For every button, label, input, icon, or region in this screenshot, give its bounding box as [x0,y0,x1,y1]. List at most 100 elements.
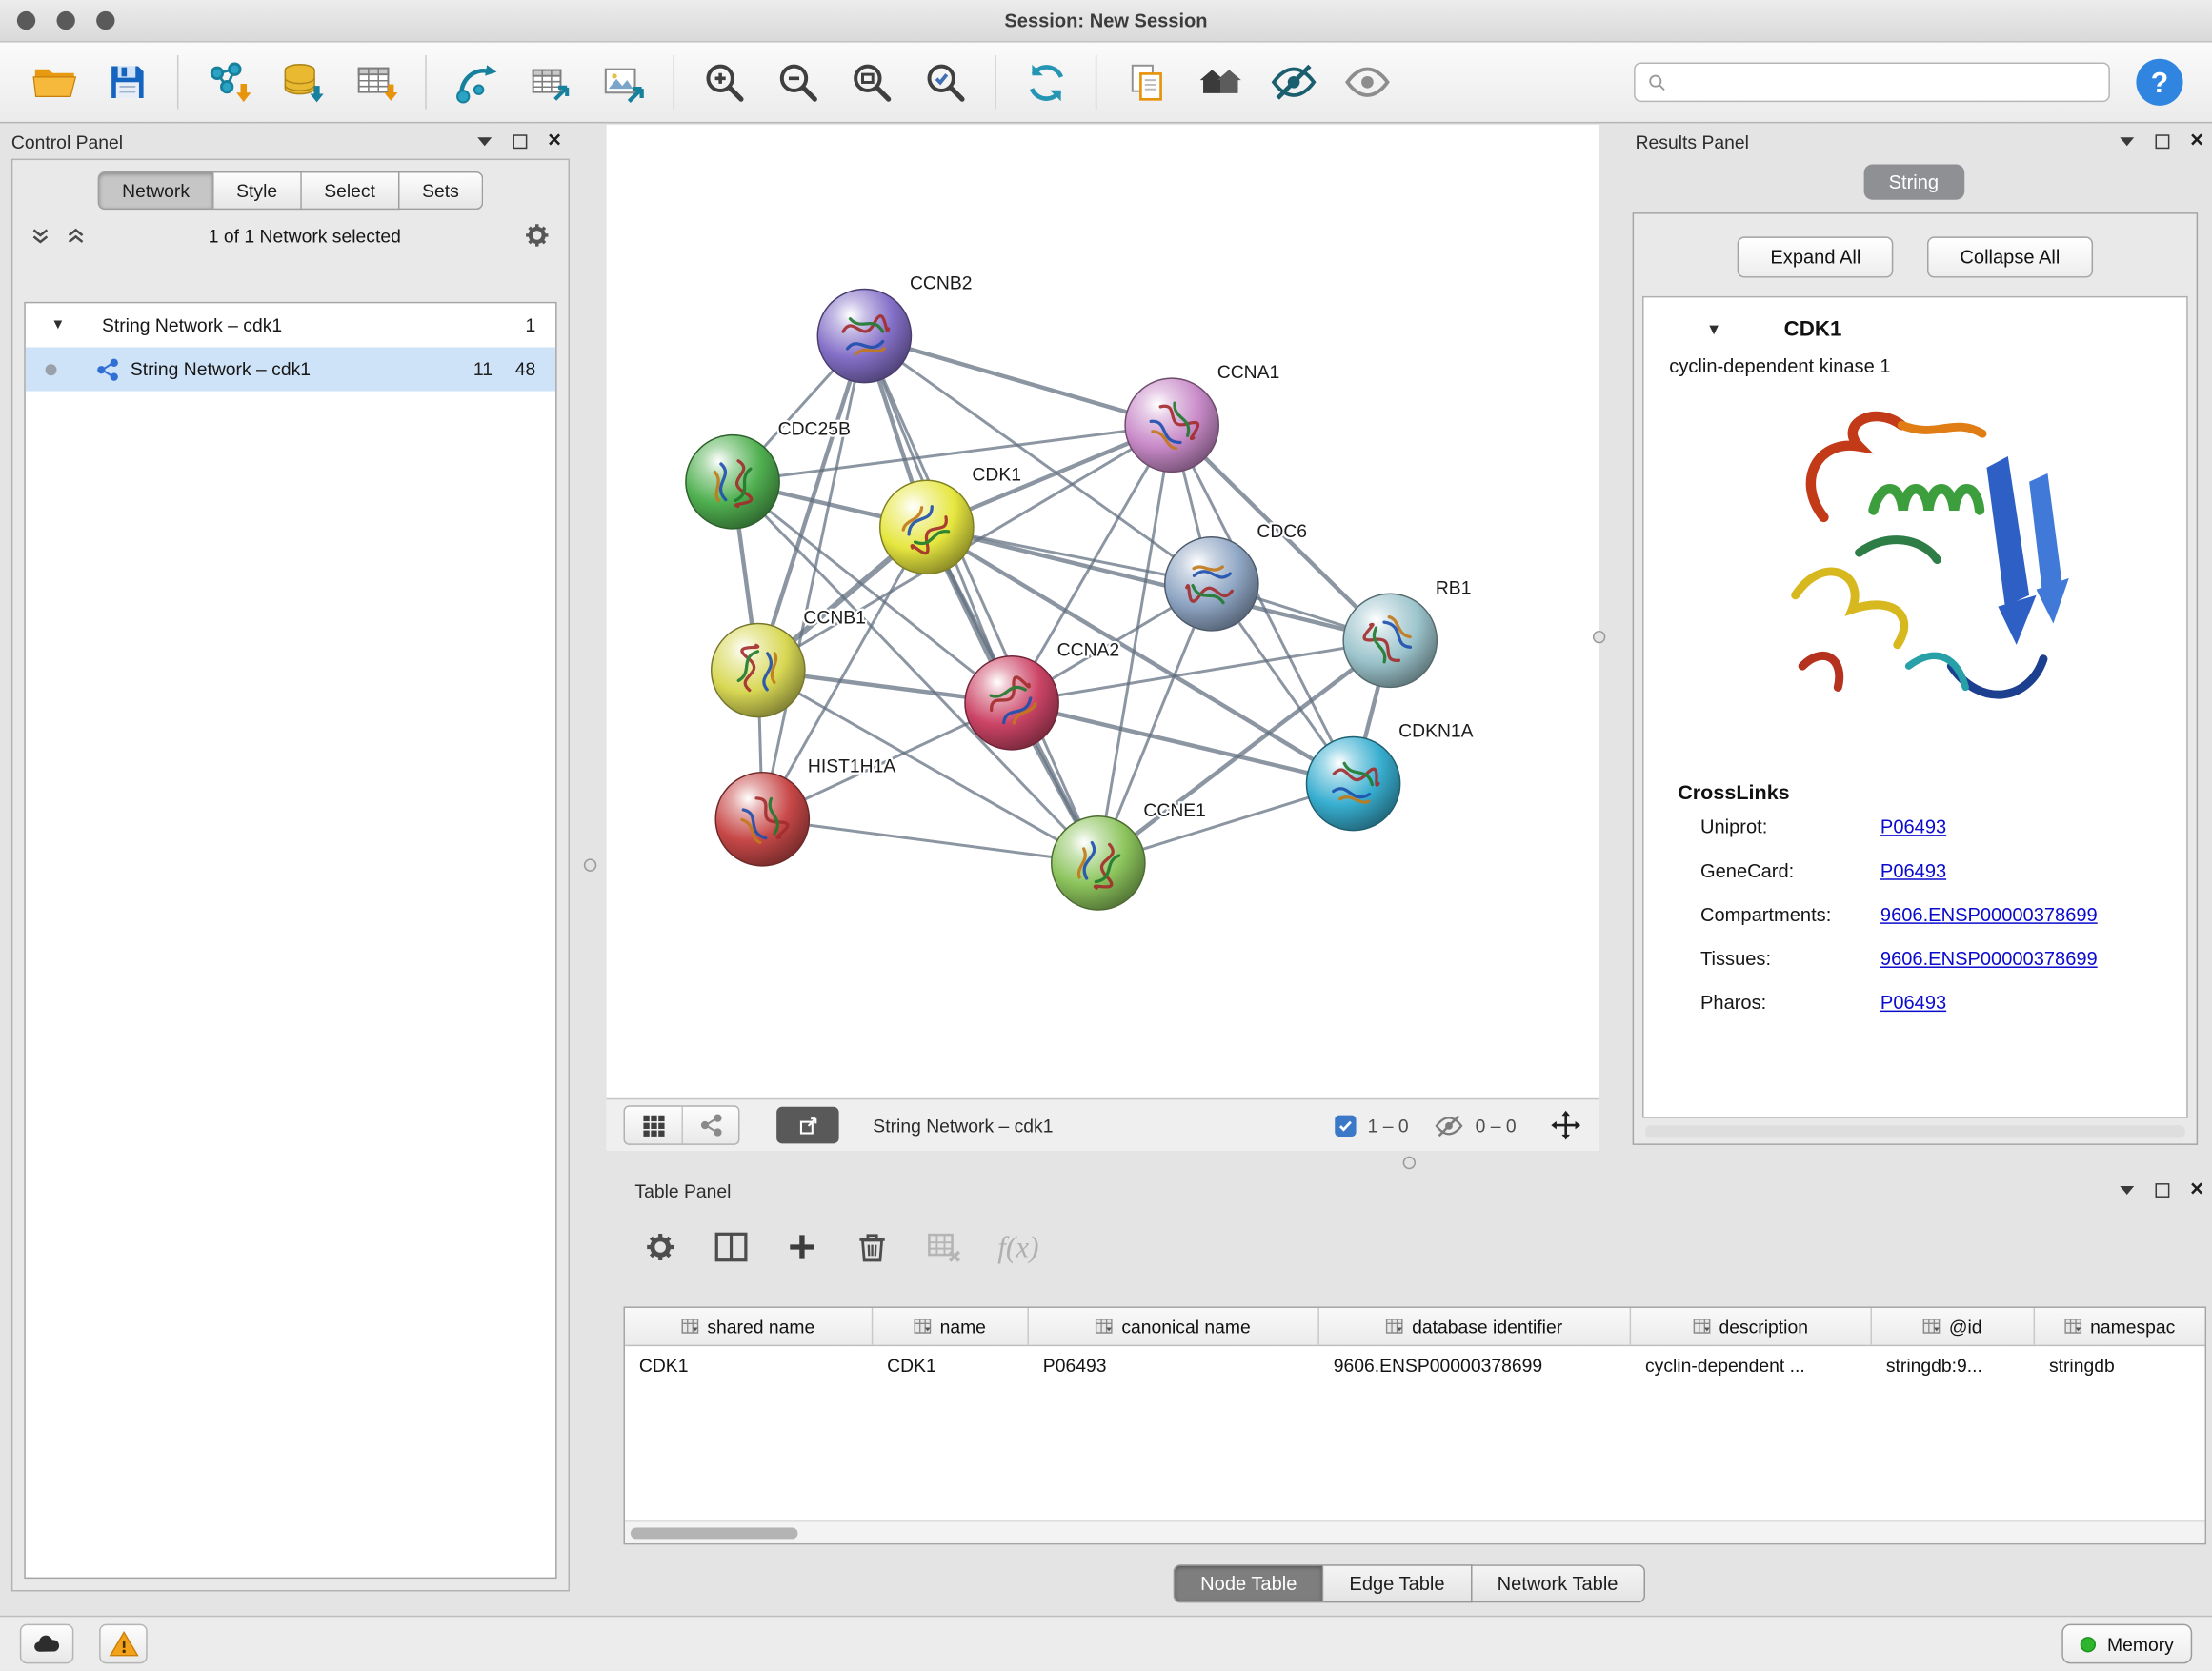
crosslink-uniprot[interactable]: P06493 [1880,816,1946,837]
network-node-CCNB2[interactable] [817,289,911,382]
import-network-file-button[interactable] [191,50,265,114]
scrollbar-thumb[interactable] [631,1528,798,1540]
column-header-name[interactable]: name [873,1308,1029,1345]
expand-all-button[interactable]: Expand All [1738,236,1893,277]
cloud-status-button[interactable] [20,1624,74,1664]
gear-icon[interactable] [523,221,552,250]
panel-float-icon[interactable] [2155,1183,2169,1198]
tab-sets[interactable]: Sets [399,171,483,210]
network-node-CDKN1A[interactable] [1306,737,1399,831]
open-session-button[interactable] [17,50,90,114]
crosslink-compartments[interactable]: 9606.ENSP00000378699 [1880,904,2098,925]
right-splitter-handle[interactable] [1593,631,1605,643]
column-header-database-identifier[interactable]: database identifier [1319,1308,1631,1345]
network-node-CDC25B[interactable] [686,435,779,529]
control-panel-title: Control Panel [11,131,123,152]
bottom-splitter-handle[interactable] [1403,1157,1416,1169]
network-node-CDC6[interactable] [1165,537,1258,631]
show-graphics-details-button[interactable] [1331,50,1404,114]
table-horizontal-scrollbar[interactable] [625,1520,2205,1543]
clone-network-button[interactable] [439,50,513,114]
birds-eye-view-button[interactable] [625,1107,682,1144]
cell-shared-name: CDK1 [625,1346,873,1384]
collapse-triangle-icon[interactable]: ▼ [1706,321,1721,338]
save-session-button[interactable] [90,50,164,114]
column-header-canonical-name[interactable]: canonical name [1029,1308,1319,1345]
tab-network-table[interactable]: Network Table [1472,1564,1645,1602]
tab-string[interactable]: String [1863,165,1964,200]
import-table-file-button[interactable] [339,50,412,114]
crosslink-tissues[interactable]: 9606.ENSP00000378699 [1880,948,2098,969]
hide-graphics-details-button[interactable] [1257,50,1330,114]
network-node-RB1[interactable] [1343,594,1437,687]
network-node-HIST1H1A[interactable] [715,773,809,866]
export-image-button[interactable] [587,50,660,114]
detach-view-button[interactable] [776,1107,838,1144]
network-overview-button[interactable] [681,1107,738,1144]
pan-move-icon[interactable] [1550,1110,1581,1141]
tab-select[interactable]: Select [301,171,399,210]
tab-network[interactable]: Network [98,171,214,210]
add-column-icon[interactable] [785,1230,819,1264]
collapse-triangle-icon[interactable]: ▼ [51,317,66,332]
control-panel-tabs: Network Style Select Sets [12,171,568,210]
grid-icon [641,1113,665,1137]
panel-menu-icon[interactable] [477,137,492,146]
column-header-description[interactable]: description [1631,1308,1872,1345]
network-row[interactable]: String Network – cdk1 11 48 [26,347,555,391]
memory-status-dot [2081,1636,2096,1651]
selected-checkbox[interactable] [1335,1115,1356,1136]
export-table-button[interactable] [513,50,586,114]
crosslink-genecard[interactable]: P06493 [1880,860,1946,881]
network-collection-row[interactable]: ▼ String Network – cdk1 1 [26,303,555,347]
delete-column-icon[interactable] [855,1229,890,1264]
minimize-button[interactable] [57,11,75,30]
table-settings-gear-icon[interactable] [643,1230,677,1264]
crosslink-pharos[interactable]: P06493 [1880,992,1946,1013]
warnings-button[interactable] [99,1624,148,1664]
table-row[interactable]: CDK1 CDK1 P06493 9606.ENSP00000378699 cy… [625,1346,2205,1384]
column-header-id[interactable]: @id [1872,1308,2035,1345]
import-network-database-button[interactable] [265,50,338,114]
zoom-fit-button[interactable] [835,50,908,114]
network-node-CCNA1[interactable] [1125,378,1218,472]
panel-close-icon[interactable]: × [2190,134,2203,149]
refresh-layout-button[interactable] [1009,50,1082,114]
select-columns-icon[interactable] [713,1229,750,1266]
expand-all-icon[interactable] [65,225,86,246]
search-input[interactable] [1677,70,2098,94]
zoom-button[interactable] [96,11,114,30]
memory-button[interactable]: Memory [2061,1624,2192,1664]
panel-close-icon[interactable]: × [2190,1183,2203,1198]
home-windows-button[interactable] [1183,50,1257,114]
panel-menu-icon[interactable] [2120,1186,2134,1195]
left-splitter-handle[interactable] [584,858,596,871]
collapse-all-button[interactable]: Collapse All [1927,236,2092,277]
help-button[interactable]: ? [2133,55,2187,110]
collapse-all-icon[interactable] [30,225,50,246]
zoom-in-button[interactable] [687,50,760,114]
zoom-selected-button[interactable] [908,50,981,114]
panel-float-icon[interactable] [513,134,527,149]
column-header-shared-name[interactable]: shared name [625,1308,873,1345]
share-icon [699,1114,722,1137]
results-scrollbar[interactable] [1645,1125,2185,1137]
close-button[interactable] [17,11,35,30]
panel-menu-icon[interactable] [2120,137,2134,146]
zoom-out-button[interactable] [761,50,835,114]
tab-edge-table[interactable]: Edge Table [1324,1564,1472,1602]
panel-close-icon[interactable]: × [548,134,561,149]
network-node-CCNE1[interactable] [1052,816,1145,910]
zoom-out-icon [775,59,821,105]
column-header-namespace[interactable]: namespac [2035,1308,2205,1345]
network-canvas[interactable]: CCNB2CCNA1CDC25BCDK1CDC6RB1CCNB1CCNA2CDK… [607,125,1599,1098]
tab-node-table[interactable]: Node Table [1174,1564,1324,1602]
network-node-CCNA2[interactable] [965,656,1058,750]
copy-document-button[interactable] [1110,50,1183,114]
search-field[interactable] [1634,62,2110,102]
panel-float-icon[interactable] [2155,134,2169,149]
network-node-CCNB1[interactable] [712,624,805,717]
tab-style[interactable]: Style [213,171,301,210]
cell-namespace: stringdb [2035,1346,2205,1384]
network-node-CDK1[interactable] [880,480,974,574]
